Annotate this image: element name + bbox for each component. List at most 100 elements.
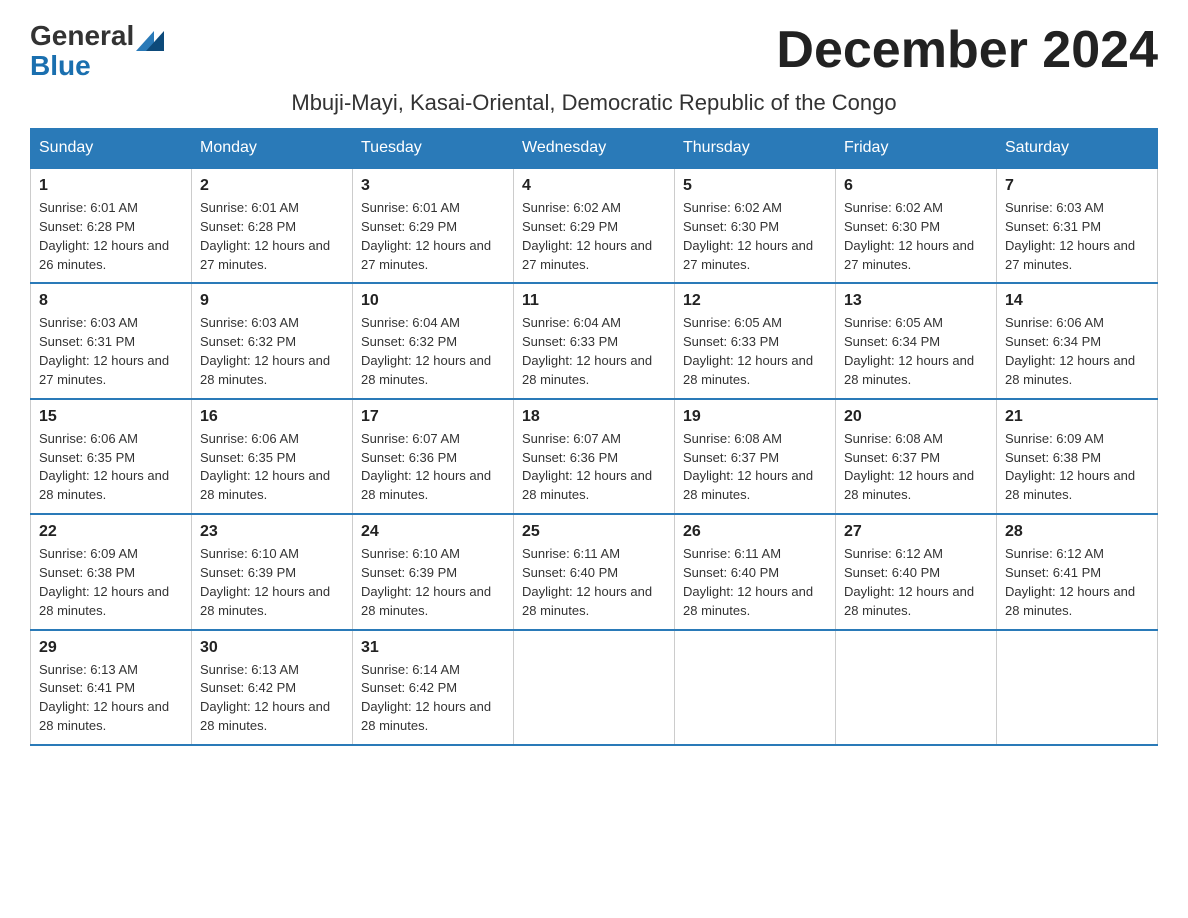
- table-row: 30 Sunrise: 6:13 AMSunset: 6:42 PMDaylig…: [192, 630, 353, 745]
- day-info: Sunrise: 6:03 AMSunset: 6:31 PMDaylight:…: [39, 315, 169, 387]
- table-row: 31 Sunrise: 6:14 AMSunset: 6:42 PMDaylig…: [353, 630, 514, 745]
- day-info: Sunrise: 6:07 AMSunset: 6:36 PMDaylight:…: [361, 431, 491, 503]
- day-number: 14: [1005, 292, 1149, 310]
- day-info: Sunrise: 6:12 AMSunset: 6:40 PMDaylight:…: [844, 546, 974, 618]
- day-number: 12: [683, 292, 827, 310]
- table-row: [675, 630, 836, 745]
- day-info: Sunrise: 6:02 AMSunset: 6:30 PMDaylight:…: [683, 200, 813, 272]
- table-row: 15 Sunrise: 6:06 AMSunset: 6:35 PMDaylig…: [31, 399, 192, 514]
- day-info: Sunrise: 6:11 AMSunset: 6:40 PMDaylight:…: [522, 546, 652, 618]
- day-number: 29: [39, 639, 183, 657]
- table-row: 28 Sunrise: 6:12 AMSunset: 6:41 PMDaylig…: [997, 514, 1158, 629]
- day-number: 30: [200, 639, 344, 657]
- table-row: 17 Sunrise: 6:07 AMSunset: 6:36 PMDaylig…: [353, 399, 514, 514]
- day-info: Sunrise: 6:13 AMSunset: 6:42 PMDaylight:…: [200, 662, 330, 734]
- table-row: 4 Sunrise: 6:02 AMSunset: 6:29 PMDayligh…: [514, 168, 675, 283]
- day-number: 20: [844, 408, 988, 426]
- day-number: 25: [522, 523, 666, 541]
- calendar-header-row: Sunday Monday Tuesday Wednesday Thursday…: [31, 129, 1158, 169]
- logo-general-text: General: [30, 20, 134, 52]
- col-thursday: Thursday: [675, 129, 836, 169]
- table-row: 9 Sunrise: 6:03 AMSunset: 6:32 PMDayligh…: [192, 283, 353, 398]
- day-number: 11: [522, 292, 666, 310]
- col-saturday: Saturday: [997, 129, 1158, 169]
- day-info: Sunrise: 6:09 AMSunset: 6:38 PMDaylight:…: [39, 546, 169, 618]
- col-friday: Friday: [836, 129, 997, 169]
- day-number: 4: [522, 177, 666, 195]
- table-row: 11 Sunrise: 6:04 AMSunset: 6:33 PMDaylig…: [514, 283, 675, 398]
- table-row: 29 Sunrise: 6:13 AMSunset: 6:41 PMDaylig…: [31, 630, 192, 745]
- table-row: 13 Sunrise: 6:05 AMSunset: 6:34 PMDaylig…: [836, 283, 997, 398]
- day-info: Sunrise: 6:03 AMSunset: 6:32 PMDaylight:…: [200, 315, 330, 387]
- day-info: Sunrise: 6:07 AMSunset: 6:36 PMDaylight:…: [522, 431, 652, 503]
- day-info: Sunrise: 6:08 AMSunset: 6:37 PMDaylight:…: [844, 431, 974, 503]
- day-info: Sunrise: 6:02 AMSunset: 6:29 PMDaylight:…: [522, 200, 652, 272]
- page-subtitle: Mbuji-Mayi, Kasai-Oriental, Democratic R…: [30, 90, 1158, 116]
- day-info: Sunrise: 6:10 AMSunset: 6:39 PMDaylight:…: [361, 546, 491, 618]
- table-row: 12 Sunrise: 6:05 AMSunset: 6:33 PMDaylig…: [675, 283, 836, 398]
- table-row: 10 Sunrise: 6:04 AMSunset: 6:32 PMDaylig…: [353, 283, 514, 398]
- day-number: 8: [39, 292, 183, 310]
- page-title: December 2024: [776, 20, 1158, 80]
- table-row: 24 Sunrise: 6:10 AMSunset: 6:39 PMDaylig…: [353, 514, 514, 629]
- table-row: 1 Sunrise: 6:01 AMSunset: 6:28 PMDayligh…: [31, 168, 192, 283]
- day-number: 7: [1005, 177, 1149, 195]
- table-row: 19 Sunrise: 6:08 AMSunset: 6:37 PMDaylig…: [675, 399, 836, 514]
- day-info: Sunrise: 6:04 AMSunset: 6:33 PMDaylight:…: [522, 315, 652, 387]
- day-number: 1: [39, 177, 183, 195]
- day-number: 17: [361, 408, 505, 426]
- day-info: Sunrise: 6:05 AMSunset: 6:34 PMDaylight:…: [844, 315, 974, 387]
- table-row: 21 Sunrise: 6:09 AMSunset: 6:38 PMDaylig…: [997, 399, 1158, 514]
- table-row: 16 Sunrise: 6:06 AMSunset: 6:35 PMDaylig…: [192, 399, 353, 514]
- day-info: Sunrise: 6:11 AMSunset: 6:40 PMDaylight:…: [683, 546, 813, 618]
- logo-icon: [136, 23, 168, 51]
- calendar-table: Sunday Monday Tuesday Wednesday Thursday…: [30, 128, 1158, 746]
- day-number: 6: [844, 177, 988, 195]
- day-info: Sunrise: 6:10 AMSunset: 6:39 PMDaylight:…: [200, 546, 330, 618]
- table-row: [514, 630, 675, 745]
- table-row: 8 Sunrise: 6:03 AMSunset: 6:31 PMDayligh…: [31, 283, 192, 398]
- table-row: 22 Sunrise: 6:09 AMSunset: 6:38 PMDaylig…: [31, 514, 192, 629]
- day-info: Sunrise: 6:13 AMSunset: 6:41 PMDaylight:…: [39, 662, 169, 734]
- day-info: Sunrise: 6:01 AMSunset: 6:29 PMDaylight:…: [361, 200, 491, 272]
- table-row: 25 Sunrise: 6:11 AMSunset: 6:40 PMDaylig…: [514, 514, 675, 629]
- day-info: Sunrise: 6:06 AMSunset: 6:35 PMDaylight:…: [39, 431, 169, 503]
- day-info: Sunrise: 6:09 AMSunset: 6:38 PMDaylight:…: [1005, 431, 1135, 503]
- day-number: 2: [200, 177, 344, 195]
- day-number: 24: [361, 523, 505, 541]
- table-row: 20 Sunrise: 6:08 AMSunset: 6:37 PMDaylig…: [836, 399, 997, 514]
- table-row: [836, 630, 997, 745]
- day-info: Sunrise: 6:01 AMSunset: 6:28 PMDaylight:…: [39, 200, 169, 272]
- logo-blue-text: Blue: [30, 50, 91, 82]
- day-info: Sunrise: 6:04 AMSunset: 6:32 PMDaylight:…: [361, 315, 491, 387]
- table-row: 27 Sunrise: 6:12 AMSunset: 6:40 PMDaylig…: [836, 514, 997, 629]
- day-info: Sunrise: 6:14 AMSunset: 6:42 PMDaylight:…: [361, 662, 491, 734]
- day-number: 5: [683, 177, 827, 195]
- day-info: Sunrise: 6:12 AMSunset: 6:41 PMDaylight:…: [1005, 546, 1135, 618]
- day-number: 3: [361, 177, 505, 195]
- day-info: Sunrise: 6:06 AMSunset: 6:34 PMDaylight:…: [1005, 315, 1135, 387]
- day-number: 26: [683, 523, 827, 541]
- day-info: Sunrise: 6:02 AMSunset: 6:30 PMDaylight:…: [844, 200, 974, 272]
- day-info: Sunrise: 6:03 AMSunset: 6:31 PMDaylight:…: [1005, 200, 1135, 272]
- day-number: 21: [1005, 408, 1149, 426]
- day-number: 31: [361, 639, 505, 657]
- day-number: 15: [39, 408, 183, 426]
- day-number: 9: [200, 292, 344, 310]
- page-header: General Blue December 2024: [30, 20, 1158, 82]
- day-number: 16: [200, 408, 344, 426]
- table-row: 5 Sunrise: 6:02 AMSunset: 6:30 PMDayligh…: [675, 168, 836, 283]
- day-number: 27: [844, 523, 988, 541]
- day-number: 22: [39, 523, 183, 541]
- table-row: 14 Sunrise: 6:06 AMSunset: 6:34 PMDaylig…: [997, 283, 1158, 398]
- col-monday: Monday: [192, 129, 353, 169]
- day-number: 18: [522, 408, 666, 426]
- logo: General Blue: [30, 20, 168, 82]
- table-row: 6 Sunrise: 6:02 AMSunset: 6:30 PMDayligh…: [836, 168, 997, 283]
- day-info: Sunrise: 6:08 AMSunset: 6:37 PMDaylight:…: [683, 431, 813, 503]
- table-row: 2 Sunrise: 6:01 AMSunset: 6:28 PMDayligh…: [192, 168, 353, 283]
- table-row: 23 Sunrise: 6:10 AMSunset: 6:39 PMDaylig…: [192, 514, 353, 629]
- day-info: Sunrise: 6:01 AMSunset: 6:28 PMDaylight:…: [200, 200, 330, 272]
- table-row: 18 Sunrise: 6:07 AMSunset: 6:36 PMDaylig…: [514, 399, 675, 514]
- day-number: 13: [844, 292, 988, 310]
